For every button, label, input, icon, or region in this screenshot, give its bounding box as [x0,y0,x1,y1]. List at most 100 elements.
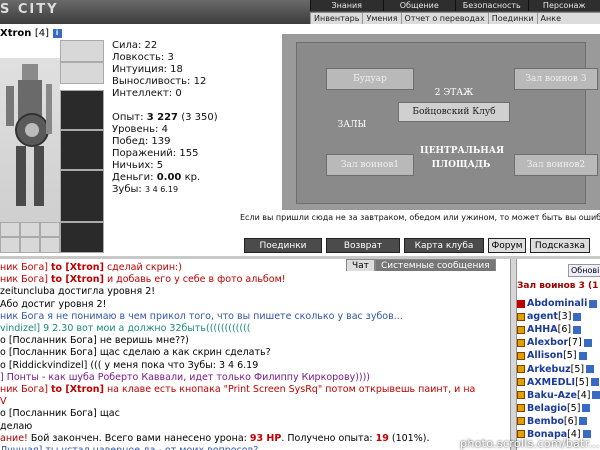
battle-status-icon [517,299,525,308]
experience-line: Опыт: 3 227 (3 350) [112,112,218,123]
warrior-list-item[interactable]: Baku-Aze [4] [517,389,600,402]
earring-slot[interactable] [60,62,104,84]
info-icon[interactable]: i [52,28,62,38]
info-icon[interactable] [586,365,595,374]
room-warriors-2[interactable]: Зал воинов2 [514,154,598,176]
tab-chat[interactable]: Чат [346,259,375,271]
ring-slot[interactable] [0,222,20,237]
info-icon[interactable] [582,404,591,413]
room-header: Зал воинов 3 (1 [517,281,599,291]
chat-text[interactable]: 19 [376,433,389,444]
info-icon[interactable] [579,417,588,426]
chat-message: ник Бога] to [Xtron] на клаве есть кнопа… [0,384,510,396]
room-warriors-3[interactable]: Зал воинов 3 [514,68,598,90]
info-icon[interactable] [583,338,592,347]
hint-button[interactable]: Подсказка [530,238,590,253]
chat-message: V [0,396,510,408]
room-warriors-1[interactable]: Зал воинов1 [326,154,414,176]
amulet-slot[interactable] [60,40,104,62]
chat-text[interactable]: to [Xtron] [51,384,104,395]
ring-slot[interactable] [40,237,60,253]
ring-slot[interactable] [0,237,20,253]
return-button[interactable]: Возврат [326,238,400,253]
chat-text[interactable]: to [Xtron] [51,274,104,285]
warrior-list-item[interactable]: Belagio [5] [517,402,600,415]
chat-text[interactable]: 93 HP [250,433,281,444]
warrior-name[interactable]: AHHA [527,324,558,335]
legs-slot[interactable] [60,170,104,222]
warrior-list-item[interactable]: Arkebuz [5] [517,362,600,375]
submenu-item-skills[interactable]: Умения [362,13,400,24]
warrior-name[interactable]: Alexbor [527,337,568,348]
armored-knight-icon [6,64,52,206]
warrior-list-item[interactable]: AXMEDLI [5] [517,376,600,389]
chat-message: Лучшая] ты устал наверное да - от моих в… [0,445,510,450]
info-icon[interactable] [592,391,600,400]
menu-item-knowledge[interactable]: Знания [310,0,383,11]
submenu-item-fights[interactable]: Поединки [487,13,537,24]
warrior-name[interactable]: Allison [527,350,563,361]
fights-button[interactable]: Поединки [244,238,322,253]
equipment-slots [60,40,104,253]
warrior-level: [5] [563,350,577,362]
room-boudoir[interactable]: Будуар [326,68,414,90]
chat-text[interactable]: to [Xtron] [51,262,104,273]
chat-tabs: Чат Системные сообщения [346,259,496,272]
battle-status-icon [517,365,525,374]
floor-2-label: 2 ЭТАЖ [434,88,474,98]
warrior-name[interactable]: agent [527,311,558,322]
character-name: Xtron [4] i [0,28,62,39]
warrior-name[interactable]: Belagio [527,403,567,414]
room-fight-club[interactable]: Бойцовский Клуб [398,102,510,122]
boots-slot[interactable] [60,222,104,253]
info-icon[interactable] [590,378,599,387]
warrior-list-item[interactable]: Allison [5] [517,349,600,362]
warrior-name[interactable]: Baku-Aze [527,390,577,401]
submenu-item-profile[interactable]: Анке [536,13,564,24]
menu-item-security[interactable]: Безопасность [455,0,528,11]
battle-status-icon [517,338,525,347]
warrior-list-item[interactable]: agent [3] [517,310,600,323]
warrior-name[interactable]: Bembo [527,416,564,427]
club-map-button[interactable]: Карта клуба [404,238,484,253]
warrior-name[interactable]: AXMEDLI [527,377,575,388]
ring-slot[interactable] [20,237,40,253]
warrior-name[interactable]: Arkebuz [527,364,571,375]
warrior-level: [6] [557,324,572,336]
chat-message: o [Посланник Бога] не веришь мне??) [0,335,510,347]
info-icon[interactable] [573,312,582,321]
warrior-list-item[interactable]: AHHA [6] [517,323,600,336]
chat-text: ание! [0,432,31,444]
chat-text: o [Посланник Бога] не веришь мне??) [0,335,189,347]
chat-log[interactable]: ник Бога] to [Xtron] сделай скрин:) ник Б… [0,262,510,450]
chat-text: . Получено опыта: [281,432,376,444]
ring-slot[interactable] [20,222,40,237]
chat-message: zeituncluba достигла уровня 2! [0,286,510,298]
club-map: Будуар Зал воинов 3 2 ЭТАЖ Бойцовский Кл… [282,34,600,210]
chat-text: o [Посланник Бога] щас сделаю а как скри… [0,347,271,359]
warrior-list-item[interactable]: Alexbor [7] [517,336,600,349]
gloves-slot[interactable] [60,90,104,130]
menu-item-character[interactable]: Персонаж [527,0,600,11]
info-icon[interactable] [578,351,587,360]
chat-message: o [Посланник Бога] щас сделаю а как скри… [0,347,510,359]
central-square[interactable]: ЦЕНТРАЛЬНАЯ ПЛОЩАДЬ [420,144,504,176]
menu-item-social[interactable]: Общение [382,0,456,11]
money-line: Деньги: 0.00 кр. [112,172,201,183]
warrior-list-item[interactable]: Abdominali [517,297,600,310]
info-icon[interactable] [589,299,598,308]
ring-slot[interactable] [40,222,60,237]
warrior-list-item[interactable]: Bembo [6] [517,415,600,428]
tab-system-messages[interactable]: Системные сообщения [374,259,496,271]
info-icon[interactable] [573,325,582,334]
weapon-slot[interactable] [60,130,104,170]
refresh-button[interactable]: Обнові [568,264,600,277]
chat-text: Бой закончен. Всего вами нанесено урона: [30,432,250,444]
warrior-name[interactable]: Abdominali [527,298,587,309]
ring-slots [0,222,60,253]
submenu-item-inventory[interactable]: Инвентарь [310,13,362,24]
game-logo: S CITY [0,0,310,24]
forum-button[interactable]: Форум [488,238,526,253]
chat-text: ник Бога] [0,384,52,396]
submenu-item-transfers[interactable]: Отчет о переводах [400,13,488,24]
